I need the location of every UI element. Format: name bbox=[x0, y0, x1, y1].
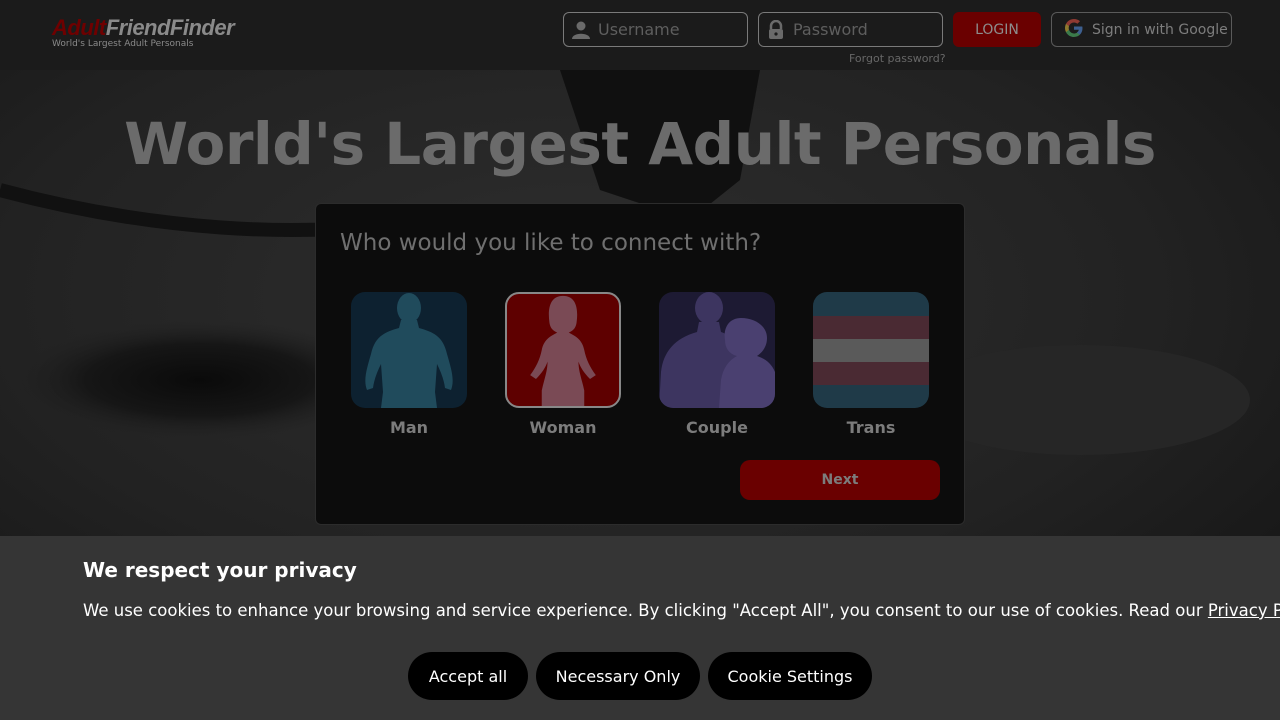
option-man[interactable]: Man bbox=[351, 292, 467, 437]
site-header: AdultFriendFinder World's Largest Adult … bbox=[0, 0, 1280, 70]
hero-title: World's Largest Adult Personals bbox=[124, 110, 1156, 178]
option-couple[interactable]: Couple bbox=[659, 292, 775, 437]
connect-panel: Who would you like to connect with? Man … bbox=[315, 203, 965, 525]
cookie-settings-button[interactable]: Cookie Settings bbox=[708, 652, 872, 700]
google-icon bbox=[1064, 18, 1084, 42]
username-input[interactable] bbox=[598, 20, 738, 39]
trans-flag-icon bbox=[813, 292, 929, 408]
password-field[interactable] bbox=[758, 12, 943, 47]
cookie-text: We use cookies to enhance your browsing … bbox=[83, 601, 1280, 620]
logo-wordmark: AdultFriendFinder bbox=[52, 15, 235, 40]
next-button[interactable]: Next bbox=[740, 460, 940, 500]
necessary-only-button[interactable]: Necessary Only bbox=[536, 652, 700, 700]
option-trans-label: Trans bbox=[846, 418, 896, 437]
privacy-policy-link[interactable]: Privacy Policy bbox=[1208, 601, 1280, 620]
option-man-label: Man bbox=[389, 418, 429, 437]
username-field[interactable] bbox=[563, 12, 748, 47]
logo-tagline: World's Largest Adult Personals bbox=[52, 39, 194, 49]
password-input[interactable] bbox=[793, 20, 933, 39]
lock-icon bbox=[759, 13, 793, 46]
option-woman-label: Woman bbox=[529, 418, 597, 437]
option-trans[interactable]: Trans bbox=[813, 292, 929, 437]
google-signin-label: Sign in with Google bbox=[1092, 21, 1228, 38]
man-silhouette-icon bbox=[351, 292, 467, 408]
woman-silhouette-icon bbox=[505, 292, 621, 408]
option-couple-label: Couple bbox=[686, 418, 748, 437]
cookie-banner: We respect your privacy We use cookies t… bbox=[0, 536, 1280, 720]
couple-silhouette-icon bbox=[659, 292, 775, 408]
login-button[interactable]: LOGIN bbox=[953, 12, 1041, 47]
cookie-title: We respect your privacy bbox=[83, 558, 357, 582]
connect-question: Who would you like to connect with? bbox=[340, 230, 762, 256]
logo[interactable]: AdultFriendFinder World's Largest Adult … bbox=[52, 15, 235, 50]
option-woman[interactable]: Woman bbox=[505, 292, 621, 437]
forgot-password-link[interactable]: Forgot password? bbox=[849, 52, 946, 65]
accept-all-button[interactable]: Accept all bbox=[408, 652, 528, 700]
google-signin-button[interactable]: Sign in with Google bbox=[1051, 12, 1232, 47]
user-icon bbox=[564, 13, 598, 46]
